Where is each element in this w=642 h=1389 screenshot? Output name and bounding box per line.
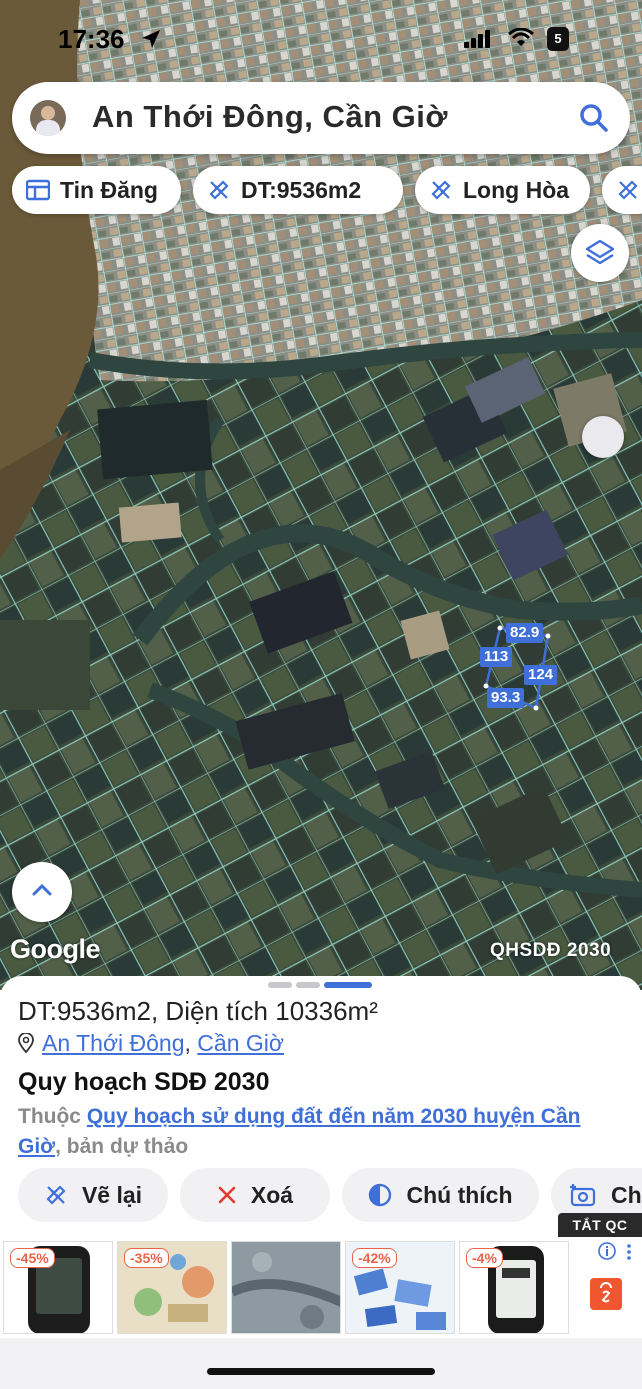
ad-close-button[interactable]: TẮT QC <box>558 1213 642 1237</box>
parcel-code: DT:9536m2 <box>18 996 151 1026</box>
desc-suffix: , bản dự thảo <box>55 1135 189 1158</box>
parcel-headline: DT:9536m2, Diện tích 10336m² <box>18 996 378 1027</box>
home-indicator-area <box>0 1338 642 1389</box>
ad-item[interactable]: -35% <box>117 1241 227 1334</box>
plan-description: Thuộc Quy hoạch sử dụng đất đến năm 2030… <box>18 1102 628 1162</box>
wifi-icon <box>508 28 534 46</box>
ad-item[interactable]: -45% <box>3 1241 113 1334</box>
edge-length-label: 82.9 <box>506 623 544 643</box>
ruler-pencil-icon <box>46 1185 66 1205</box>
ruler-pencil-icon <box>618 180 638 200</box>
location-pin-icon <box>18 1032 34 1054</box>
expand-up-button[interactable] <box>12 862 72 922</box>
chip-area[interactable]: DT:9536m2 <box>193 166 403 214</box>
home-indicator[interactable] <box>207 1368 435 1375</box>
search-bar[interactable]: An Thới Đông, Cần Giờ <box>12 82 630 154</box>
ad-item[interactable]: -4% <box>459 1241 569 1334</box>
table-icon <box>26 179 50 201</box>
layers-icon <box>585 239 615 265</box>
discount-badge: -35% <box>124 1248 169 1268</box>
battery-icon: 5 <box>547 27 569 51</box>
ad-item[interactable] <box>231 1241 341 1334</box>
ruler-pencil-icon <box>209 180 229 200</box>
legend-button[interactable]: Chú thích <box>342 1168 539 1222</box>
address-ward-link[interactable]: An Thới Đông <box>42 1030 185 1056</box>
my-location-button[interactable] <box>582 416 624 458</box>
redraw-button[interactable]: Vẽ lại <box>18 1168 168 1222</box>
avatar[interactable] <box>30 100 66 136</box>
action-label: Ch <box>611 1181 642 1208</box>
chip-tin-dang[interactable]: Tin Đăng <box>12 166 181 214</box>
discount-badge: -4% <box>466 1248 503 1268</box>
edge-length-label: 113 <box>480 647 513 667</box>
plan-title: Quy hoạch SDĐ 2030 <box>18 1068 270 1096</box>
layers-button[interactable] <box>571 224 629 282</box>
search-icon[interactable] <box>578 102 610 134</box>
chip-label: DT:9536m2 <box>241 176 362 203</box>
ad-item[interactable]: -42% <box>345 1241 455 1334</box>
action-label: Xoá <box>250 1181 294 1208</box>
satellite-map[interactable]: 82.9 113 124 93.3 17:36 5 An Thới Đông, … <box>0 0 642 990</box>
contrast-icon <box>369 1183 392 1207</box>
chip-partial[interactable] <box>602 166 642 214</box>
chip-label: Tin Đăng <box>60 176 158 203</box>
sheet-handle[interactable] <box>296 982 320 988</box>
chip-label: Long Hòa <box>463 176 570 203</box>
discount-badge: -42% <box>352 1248 397 1268</box>
sheet-handle-active[interactable] <box>324 982 372 988</box>
cellular-signal-icon <box>464 30 490 48</box>
parcel-address: An Thới Đông, Cần Giờ <box>18 1030 284 1057</box>
camera-add-icon <box>570 1184 596 1207</box>
action-label: Vẽ lại <box>81 1181 143 1208</box>
edge-length-label: 93.3 <box>487 688 525 708</box>
close-icon <box>218 1186 236 1204</box>
status-bar: 17:36 5 <box>0 22 642 56</box>
ad-info-icon[interactable] <box>598 1242 616 1260</box>
delete-button[interactable]: Xoá <box>180 1168 330 1222</box>
filter-chips: Tin Đăng DT:9536m2 Long Hòa <box>12 166 642 214</box>
address-separator: , <box>184 1030 191 1056</box>
ad-product-image <box>232 1242 340 1333</box>
discount-badge: -45% <box>10 1248 55 1268</box>
action-buttons: Vẽ lại Xoá Chú thích Ch <box>0 1168 642 1224</box>
shopping-bag-icon[interactable] <box>590 1278 622 1310</box>
chevron-up-icon <box>32 883 52 896</box>
action-label: Chú thích <box>406 1181 513 1208</box>
google-attribution: Google <box>10 934 101 964</box>
ad-banner[interactable]: -45% -35% -42% -4% <box>0 1238 642 1338</box>
more-vertical-icon[interactable] <box>626 1244 632 1260</box>
status-time: 17:36 <box>58 24 125 54</box>
search-query-title[interactable]: An Thới Đông, Cần Giờ <box>92 99 448 135</box>
location-arrow-icon <box>142 30 160 48</box>
chip-long-hoa[interactable]: Long Hòa <box>415 166 590 214</box>
edge-length-label: 124 <box>524 665 558 685</box>
info-sheet: DT:9536m2, Diện tích 10336m² An Thới Đôn… <box>0 976 642 1246</box>
parcel-area: , Diện tích 10336m² <box>150 996 378 1026</box>
address-district-link[interactable]: Cần Giờ <box>197 1030 284 1056</box>
plan-layer-label: QHSDĐ 2030 <box>490 940 612 961</box>
sheet-handle[interactable] <box>268 982 292 988</box>
ruler-pencil-icon <box>431 180 451 200</box>
desc-prefix: Thuộc <box>18 1105 87 1128</box>
